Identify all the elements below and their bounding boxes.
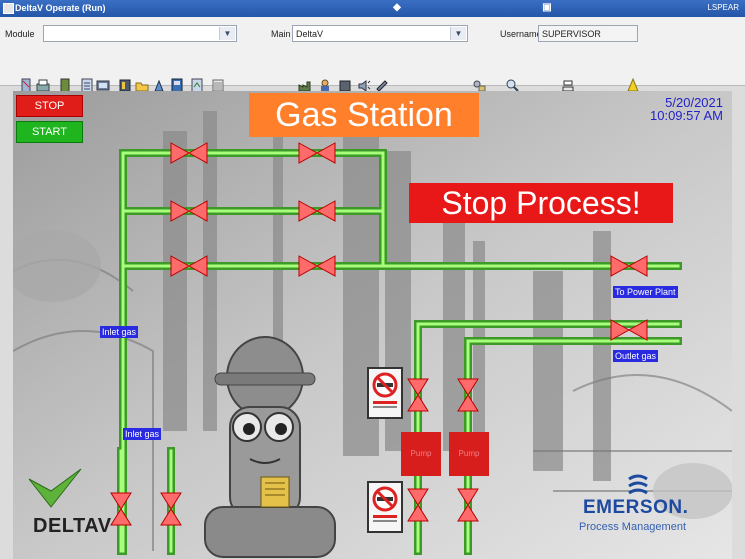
deltav-logo-text: DELTAV bbox=[33, 515, 112, 537]
valve-3-1[interactable] bbox=[170, 255, 208, 277]
inlet-gas-tag-2: Inlet gas bbox=[123, 428, 162, 440]
operate-toolbar: Module ▼ Main DeltaV ▼ Username SUPERVIS… bbox=[0, 17, 745, 93]
pump-2[interactable]: Pump bbox=[449, 432, 489, 476]
pump-1[interactable]: Pump bbox=[401, 432, 441, 476]
module-label: Module bbox=[5, 29, 35, 39]
main-label: Main bbox=[271, 29, 291, 39]
emerson-logo-text: EMERSON. bbox=[583, 497, 689, 518]
hmi-canvas: Pump Pump STOP START Gas Station 5/20/20… bbox=[13, 91, 732, 559]
valve-v-right-bottom[interactable] bbox=[457, 488, 479, 522]
main-value: DeltaV bbox=[296, 29, 324, 39]
valve-inlet-2b[interactable] bbox=[160, 492, 182, 526]
username-label: Username bbox=[500, 29, 542, 39]
no-smoking-sign-bottom bbox=[367, 481, 403, 533]
time-readout: 10:09:57 AM bbox=[650, 108, 723, 123]
restore-icon[interactable]: ◆ bbox=[388, 2, 406, 14]
datetime-display: 5/20/2021 10:09:57 AM bbox=[573, 96, 723, 122]
deltav-app-icon bbox=[3, 3, 14, 14]
valve-3-2[interactable] bbox=[298, 255, 336, 277]
start-button[interactable]: START bbox=[16, 121, 83, 143]
valve-power-plant[interactable] bbox=[610, 255, 648, 277]
valve-v-left-top[interactable] bbox=[407, 378, 429, 412]
no-smoking-sign-top bbox=[367, 367, 403, 419]
chevron-down-icon[interactable]: ▼ bbox=[219, 27, 235, 40]
pin-icon[interactable]: ▣ bbox=[538, 2, 556, 14]
outlet-gas-tag: Outlet gas bbox=[613, 350, 659, 362]
valve-1-1[interactable] bbox=[170, 142, 208, 164]
stop-button[interactable]: STOP bbox=[16, 95, 83, 117]
display-title: Gas Station bbox=[249, 93, 479, 137]
no-smoking-icon bbox=[372, 372, 398, 408]
valve-v-left-bottom[interactable] bbox=[407, 488, 429, 522]
valve-v-right-top[interactable] bbox=[457, 378, 479, 412]
valve-2-1[interactable] bbox=[170, 200, 208, 222]
window-title: DeltaV Operate (Run) bbox=[15, 3, 106, 13]
stop-process-alarm: Stop Process! bbox=[409, 183, 673, 223]
station-tag: LSPEAR bbox=[707, 3, 739, 12]
to-power-plant-tag: To Power Plant bbox=[613, 286, 678, 298]
chevron-down-icon[interactable]: ▼ bbox=[450, 27, 466, 40]
username-value: SUPERVISOR bbox=[542, 29, 601, 39]
valve-inlet-2a[interactable] bbox=[110, 492, 132, 526]
mascot-robot-image bbox=[204, 336, 336, 558]
module-select[interactable]: ▼ bbox=[43, 25, 237, 42]
valve-1-2[interactable] bbox=[298, 142, 336, 164]
main-select[interactable]: DeltaV ▼ bbox=[292, 25, 468, 42]
emerson-logo-icon bbox=[628, 474, 648, 495]
emerson-subtitle: Process Management bbox=[579, 521, 686, 533]
valve-2-2[interactable] bbox=[298, 200, 336, 222]
username-field: SUPERVISOR bbox=[538, 25, 638, 42]
inlet-gas-tag-1: Inlet gas bbox=[100, 326, 139, 338]
window-titlebar: DeltaV Operate (Run) ◆ ▣ LSPEAR bbox=[0, 0, 745, 17]
deltav-check-logo bbox=[28, 468, 82, 508]
no-smoking-icon bbox=[372, 486, 398, 522]
